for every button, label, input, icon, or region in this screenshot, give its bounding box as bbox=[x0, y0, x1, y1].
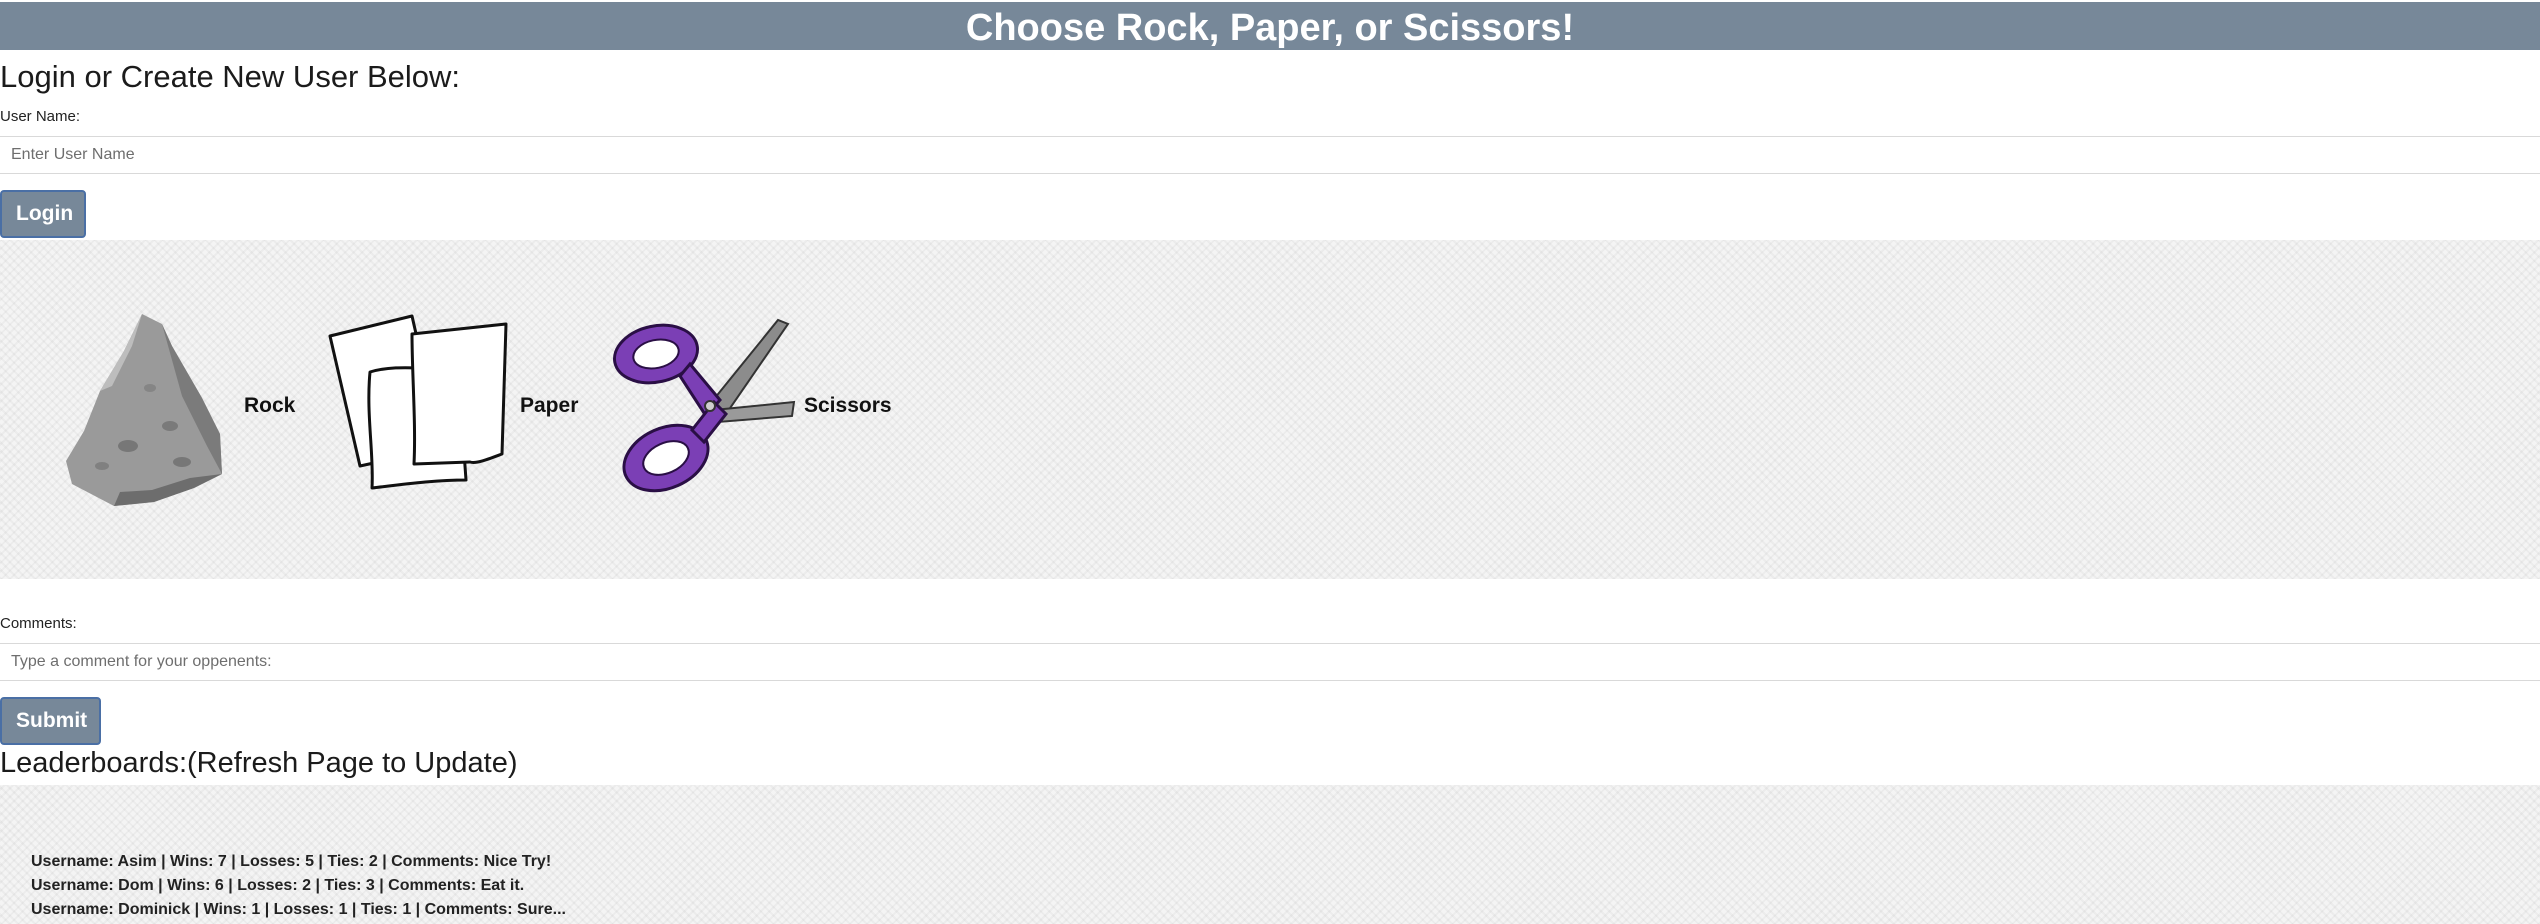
rock-choice[interactable] bbox=[62, 306, 232, 506]
scissors-choice[interactable] bbox=[610, 318, 796, 494]
comment-input[interactable] bbox=[0, 643, 2540, 681]
page-title: Choose Rock, Paper, or Scissors! bbox=[0, 2, 2540, 50]
login-button[interactable]: Login bbox=[0, 190, 86, 238]
rock-label: Rock bbox=[244, 394, 296, 417]
scissors-label: Scissors bbox=[804, 394, 892, 417]
scissors-icon bbox=[613, 318, 796, 493]
paper-icon bbox=[328, 314, 508, 490]
login-heading: Login or Create New User Below: bbox=[0, 59, 461, 94]
leaderboard-heading: Leaderboards:(Refresh Page to Update) bbox=[0, 747, 518, 779]
leaderboard-row: Username: Dom | Wins: 6 | Losses: 2 | Ti… bbox=[31, 877, 525, 894]
comments-label: Comments: bbox=[0, 615, 77, 632]
leaderboard-panel: Username: Asim | Wins: 7 | Losses: 5 | T… bbox=[0, 785, 2540, 924]
username-label: User Name: bbox=[0, 108, 81, 125]
rock-icon bbox=[66, 314, 222, 506]
leaderboard-row: Username: Dominick | Wins: 1 | Losses: 1… bbox=[31, 901, 566, 918]
paper-label: Paper bbox=[520, 394, 579, 417]
leaderboard-row: Username: Asim | Wins: 7 | Losses: 5 | T… bbox=[31, 853, 552, 870]
username-input[interactable] bbox=[0, 136, 2540, 174]
choice-panel: Rock Paper Scissors bbox=[0, 240, 2540, 579]
paper-choice[interactable] bbox=[326, 314, 510, 494]
submit-button[interactable]: Submit bbox=[0, 697, 101, 745]
